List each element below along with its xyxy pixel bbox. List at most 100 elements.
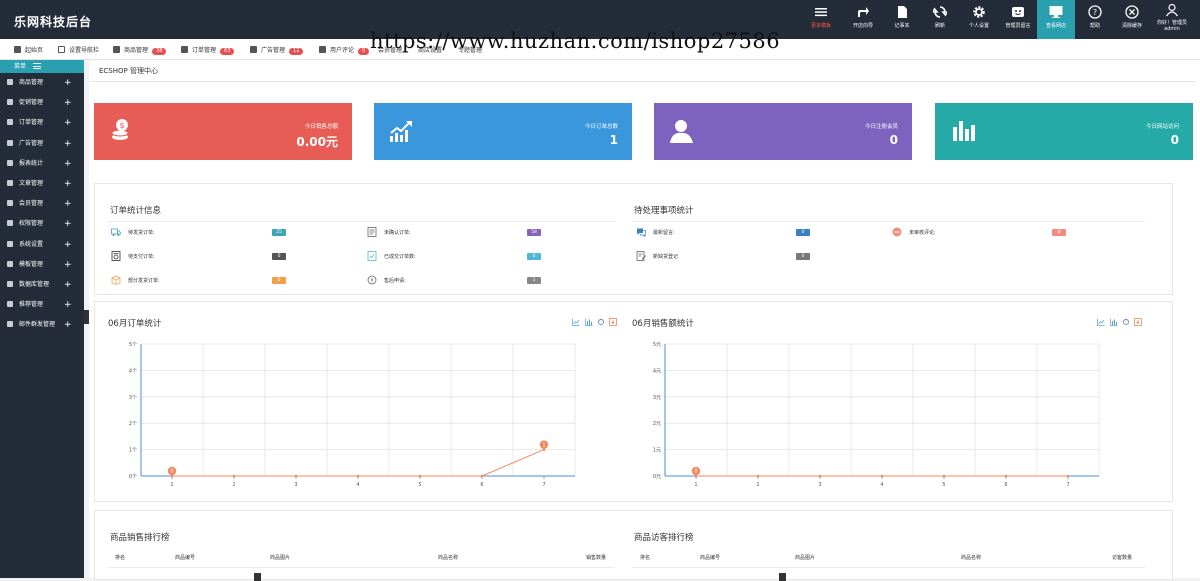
help-button[interactable]: ? 帮助 — [1077, 0, 1113, 39]
clear-cache-button[interactable]: 清除缓存 — [1114, 0, 1150, 39]
expand-icon[interactable]: + — [64, 73, 72, 93]
personal-settings-button[interactable]: 个人设置 — [961, 0, 997, 39]
bar-chart-icon[interactable] — [1110, 318, 1118, 326]
order-row-unpaid[interactable]: 待支付订单: — [111, 251, 155, 261]
user-menu[interactable]: 你好！管理员 admin — [1150, 0, 1194, 39]
refresh-button[interactable]: 刷新 — [922, 0, 958, 39]
order-line-chart: 0个 1个 2个 3个 4个 5个 1 2 3 4 5 6 7 0 1 — [129, 342, 576, 488]
pending-row-messages[interactable]: 最新留言: — [636, 227, 675, 237]
order-row-unshipped[interactable]: 待发货订单: — [111, 227, 155, 237]
x-tick-label: 6 — [1004, 482, 1007, 488]
order-stats-panel: 订单统计信息 待处理事项统计 待发货订单: 25 未确认订单: 58 待支付订单… — [94, 183, 1173, 295]
expand-icon[interactable]: + — [64, 174, 72, 194]
user-name: admin — [1164, 26, 1180, 32]
x-tick-label: 1 — [170, 482, 173, 488]
order-row-partial[interactable]: 部分发货订单: — [111, 275, 160, 285]
sidebar-item[interactable]: 促销管理 + — [0, 93, 84, 113]
sidebar-item[interactable]: 会员管理 + — [0, 194, 84, 214]
y-tick-label: 2元 — [653, 421, 661, 427]
expand-icon[interactable]: + — [64, 315, 72, 335]
document-icon — [367, 227, 377, 237]
expand-icon[interactable]: + — [64, 194, 72, 214]
subnav-comments[interactable]: 用户评论 0 — [319, 45, 370, 55]
charts-panel: 06月订单统计 06月销售额统计 0个 1个 2个 3个 4个 5个 1 2 3 4 5 6 7 0 1 0… — [94, 301, 1173, 502]
pending-row-stockout[interactable]: 新缺货登记 — [636, 251, 678, 261]
sidebar-item-label: 推荐管理 — [19, 301, 44, 309]
refund-icon: ¥ — [367, 275, 377, 285]
sidebar-item[interactable]: 权限管理 + — [0, 214, 84, 234]
admin-message-button[interactable]: 管理员留言 — [999, 0, 1037, 39]
expand-icon[interactable]: + — [64, 134, 72, 154]
sidebar-item-label: 广告管理 — [19, 139, 44, 147]
expand-icon[interactable]: + — [64, 295, 72, 315]
sidebar-item-label: 数据库管理 — [19, 280, 50, 288]
line-chart-icon[interactable] — [1097, 318, 1105, 326]
sidebar-item-label: 报表统计 — [19, 159, 44, 167]
subnav-goods[interactable]: 商品管理 38 — [113, 45, 167, 55]
expand-icon[interactable]: + — [64, 255, 72, 275]
subnav-orders[interactable]: 订单管理 63 — [181, 45, 235, 55]
column-header: 排名 — [115, 555, 126, 561]
value-marker-label: 1 — [542, 442, 545, 448]
sidebar-item-label: 模板管理 — [19, 260, 44, 268]
admin-message-label: 管理员留言 — [1005, 23, 1031, 29]
expand-icon[interactable]: + — [64, 235, 72, 255]
stat-card-sales: $ 今日销售总额 0.00元 — [94, 103, 352, 160]
expand-icon[interactable]: + — [64, 113, 72, 133]
order-count-badge: 0 — [527, 253, 541, 260]
sidebar-item[interactable]: 订单管理 + — [0, 113, 84, 133]
subnav-home[interactable]: 起始页 — [14, 45, 43, 54]
expand-icon[interactable]: + — [64, 214, 72, 234]
x-tick-label: 5 — [418, 482, 421, 488]
restore-icon[interactable] — [1122, 318, 1130, 326]
sidebar-item[interactable]: 商品管理 + — [0, 73, 84, 93]
gear-icon — [973, 6, 985, 18]
pending-row-reviews[interactable]: 未审核评论: — [892, 227, 936, 237]
shop-guide-button[interactable]: 开店向导 — [845, 0, 881, 39]
sidebar-item[interactable]: 报表统计 + — [0, 154, 84, 174]
sidebar-menu-toggle[interactable]: 菜单 — [0, 60, 84, 73]
sidebar-item[interactable]: 广告管理 + — [0, 134, 84, 154]
expand-icon[interactable]: + — [64, 275, 72, 295]
save-image-icon[interactable] — [1134, 318, 1142, 326]
share-arrow-icon — [858, 7, 869, 17]
sidebar-item[interactable]: 数据库管理 + — [0, 275, 84, 295]
bar-chart-icon[interactable] — [585, 318, 593, 326]
menu-item-icon — [7, 260, 13, 267]
column-header: 商品编号 — [700, 555, 721, 561]
more-templates-button[interactable]: 更多模板 — [803, 0, 839, 39]
notepad-button[interactable]: 记事本 — [884, 0, 920, 39]
comments-icon — [319, 46, 326, 53]
expand-icon[interactable]: + — [64, 93, 72, 113]
expand-icon[interactable]: + — [64, 154, 72, 174]
pending-count-badge: 0 — [796, 253, 810, 260]
order-row-completed[interactable]: 已成交订单数: — [367, 251, 416, 261]
x-tick-label: 7 — [1066, 482, 1069, 488]
product-thumbnail[interactable] — [254, 573, 261, 581]
order-row-aftersale[interactable]: ¥ 售后申请: — [367, 275, 406, 285]
order-row-unconfirmed[interactable]: 未确认订单: — [367, 227, 411, 237]
x-tick-label: 4 — [880, 482, 883, 488]
column-header: 销售数量 — [586, 555, 607, 561]
menu-item-icon — [7, 99, 13, 106]
ads-icon — [250, 46, 257, 53]
line-chart-icon[interactable] — [572, 318, 580, 326]
view-shop-button[interactable]: 查看网店 — [1037, 0, 1075, 39]
restore-icon[interactable] — [597, 318, 605, 326]
sidebar-item[interactable]: 文章管理 + — [0, 174, 84, 194]
sidebar-item[interactable]: 模板管理 + — [0, 255, 84, 275]
shop-guide-label: 开店向导 — [852, 23, 873, 29]
box-icon — [111, 275, 121, 285]
sidebar-item[interactable]: 推荐管理 + — [0, 295, 84, 315]
product-thumbnail[interactable] — [779, 573, 786, 581]
divider — [108, 567, 615, 568]
y-tick-label: 5个 — [129, 342, 137, 348]
data-point — [480, 474, 484, 478]
subnav-set-nav[interactable]: 设置导航栏 — [58, 45, 99, 54]
sidebar-item[interactable]: 邮件群发管理 + — [0, 315, 84, 335]
subnav-ads[interactable]: 广告管理 12 — [250, 45, 304, 55]
x-tick-label: 5 — [942, 482, 945, 488]
save-image-icon[interactable] — [609, 318, 617, 326]
sidebar-item[interactable]: 系统设置 + — [0, 235, 84, 255]
divider — [632, 567, 1145, 568]
